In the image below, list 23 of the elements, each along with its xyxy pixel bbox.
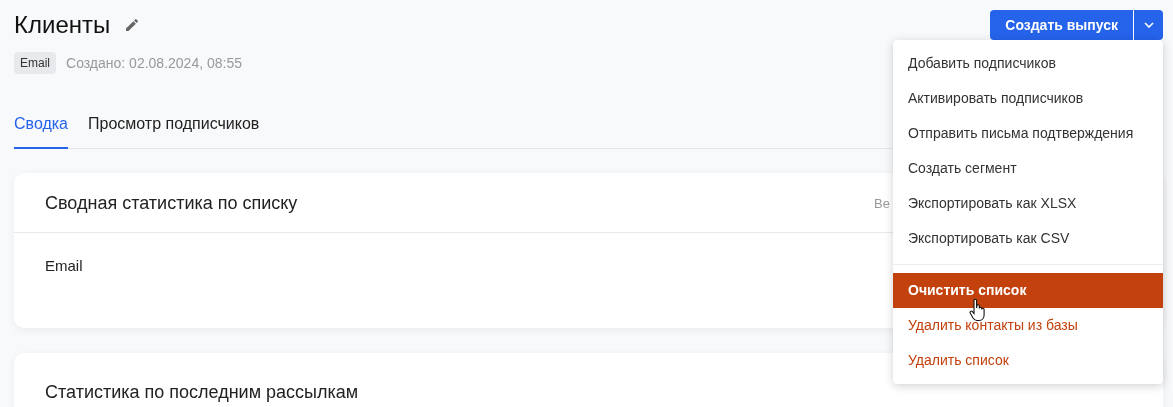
type-badge: Email: [14, 52, 56, 74]
created-date: Создано: 02.08.2024, 08:55: [66, 53, 242, 73]
chevron-down-icon: [1143, 22, 1154, 28]
tab[interactable]: Просмотр подписчиков: [88, 112, 260, 149]
menu-item[interactable]: Экспортировать как XLSX: [893, 186, 1163, 221]
hand-cursor-icon: [969, 298, 987, 322]
menu-item[interactable]: Создать сегмент: [893, 151, 1163, 186]
menu-item[interactable]: Удалить список: [893, 343, 1163, 378]
menu-item[interactable]: Активировать подписчиков: [893, 81, 1163, 116]
menu-item[interactable]: Очистить список: [893, 273, 1163, 308]
card-title: Статистика по последним рассылкам: [45, 381, 359, 404]
card-title: Сводная статистика по списку: [45, 192, 298, 215]
menu-item[interactable]: Добавить подписчиков: [893, 46, 1163, 81]
page-title: Клиенты: [14, 13, 111, 37]
menu-item[interactable]: Удалить контакты из базы: [893, 308, 1163, 343]
card-aside-text: Ве: [874, 194, 890, 213]
menu-item[interactable]: Отправить письма подтверждения: [893, 116, 1163, 151]
tab[interactable]: Сводка: [14, 112, 68, 149]
dropdown-button[interactable]: [1134, 10, 1163, 40]
menu-item[interactable]: Экспортировать как CSV: [893, 221, 1163, 256]
edit-icon[interactable]: [124, 17, 141, 33]
create-issue-button[interactable]: Создать выпуск: [990, 10, 1133, 40]
row-label: Email: [45, 256, 83, 276]
